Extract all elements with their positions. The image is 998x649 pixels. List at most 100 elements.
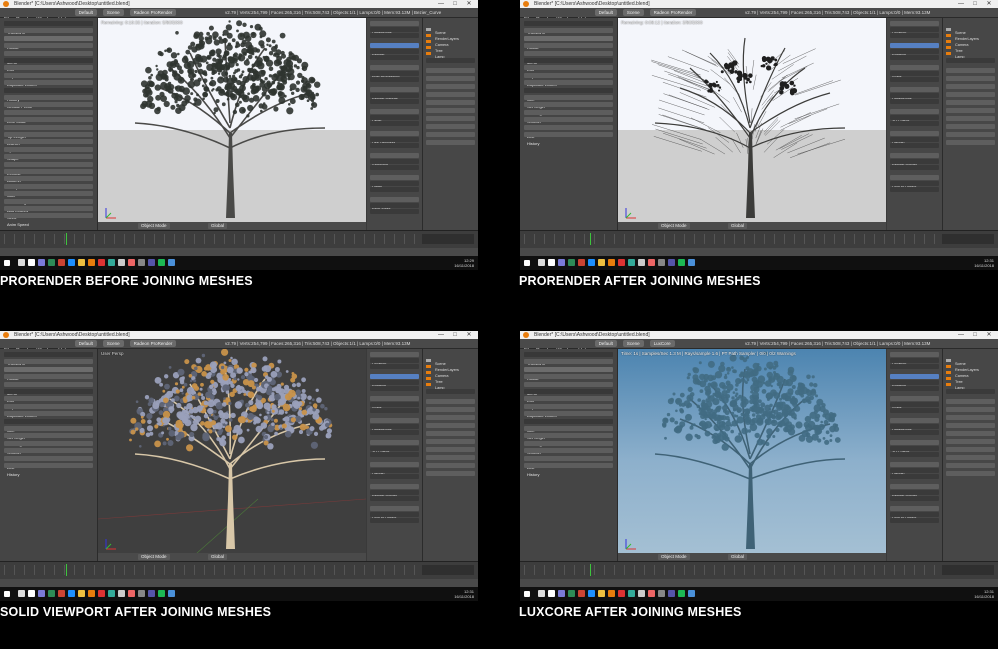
properties-subfield[interactable] [890, 121, 939, 126]
properties-tabs[interactable] [426, 389, 475, 394]
tool-shelf-item[interactable]: Ratio [4, 102, 93, 116]
properties-field[interactable]: Sampling [370, 153, 419, 167]
taskbar-app-icon[interactable] [648, 259, 655, 266]
outliner-item[interactable]: Lamp [426, 45, 475, 59]
taskbar-app-icon[interactable] [558, 590, 565, 597]
properties-field[interactable]: Dimensions [890, 87, 939, 101]
tool-shelf-item[interactable]: Smooth [524, 109, 613, 124]
tool-shelf-item[interactable]: Collapse [4, 176, 93, 190]
taskbar-app-icon[interactable] [18, 590, 25, 597]
tool-shelf-item[interactable]: Join [524, 418, 613, 433]
tool-shelf-item[interactable]: Translate [4, 28, 93, 42]
pivot-dropdown[interactable]: Global [728, 223, 748, 229]
properties-field[interactable]: Display [890, 462, 939, 476]
taskbar-app-icon[interactable] [568, 590, 575, 597]
minimize-button[interactable]: — [434, 0, 448, 8]
taskbar-app-icon[interactable] [58, 590, 65, 597]
properties-field[interactable]: Render Passes [370, 87, 419, 101]
tool-shelf-item[interactable]: Rotate [524, 35, 613, 50]
properties-subfield[interactable] [370, 115, 419, 120]
pivot-dropdown[interactable]: Global [208, 554, 228, 560]
properties-setting[interactable] [426, 463, 475, 468]
tool-shelf-item[interactable]: Leaf Scale [4, 109, 93, 124]
properties-setting[interactable] [946, 100, 995, 105]
properties-field[interactable]: Pack Mask [370, 197, 419, 211]
tool-shelf-item[interactable]: Duplicate [4, 65, 93, 79]
taskbar-app-icon[interactable] [638, 590, 645, 597]
properties-subfield[interactable] [890, 446, 939, 451]
properties-field[interactable]: Render [370, 43, 419, 57]
taskbar-app-icon[interactable] [618, 590, 625, 597]
outliner-item[interactable]: Camera [946, 364, 995, 378]
outliner-item[interactable]: Lamp [946, 376, 995, 390]
pivot-dropdown[interactable]: Global [728, 554, 748, 560]
properties-subfield[interactable] [370, 358, 419, 363]
taskbar-app-icon[interactable] [88, 259, 95, 266]
close-button[interactable]: ✕ [982, 0, 996, 8]
taskbar-app-icon[interactable] [138, 259, 145, 266]
properties-subfield[interactable] [370, 55, 419, 60]
taskbar-app-icon[interactable] [548, 259, 555, 266]
properties-subfield[interactable] [370, 27, 419, 32]
tool-shelf-item[interactable]: Set Origin [524, 95, 613, 109]
properties-field[interactable]: Render Border [890, 484, 939, 498]
maximize-button[interactable]: □ [968, 331, 982, 339]
taskbar-app-icon[interactable] [78, 259, 85, 266]
close-button[interactable]: ✕ [462, 0, 476, 8]
tool-shelf-item[interactable]: Set Origin [4, 426, 93, 440]
taskbar-app-icon[interactable] [638, 259, 645, 266]
taskbar-app-icon[interactable] [118, 590, 125, 597]
properties-field[interactable]: 3D Cursor [370, 440, 419, 454]
taskbar-app-icon[interactable] [118, 259, 125, 266]
tool-shelf-item[interactable]: Add Leaves [4, 198, 93, 213]
properties-setting[interactable] [946, 76, 995, 81]
taskbar-app-icon[interactable] [98, 590, 105, 597]
tool-shelf-item[interactable]: Duplicate Linked [524, 72, 613, 87]
outliner-item[interactable]: Tree [946, 39, 995, 53]
properties-subfield[interactable] [890, 474, 939, 479]
timeline-playhead[interactable] [590, 564, 591, 576]
tool-shelf-item[interactable]: Edit [4, 58, 93, 72]
properties-subfield[interactable] [370, 518, 419, 523]
taskbar-app-icon[interactable] [568, 259, 575, 266]
tool-shelf-item[interactable]: History [4, 463, 93, 477]
tool-shelf-item[interactable]: Branch [4, 132, 93, 146]
properties-setting[interactable] [426, 140, 475, 145]
tool-shelf-item[interactable]: Frame Scale [4, 117, 93, 131]
properties-setting[interactable] [946, 431, 995, 436]
scene-dropdown[interactable]: Scene [102, 9, 124, 16]
taskbar-app-icon[interactable] [608, 590, 615, 597]
tool-shelf-item[interactable]: Join [524, 87, 613, 102]
tool-shelf-item[interactable]: Edit [4, 389, 93, 403]
tool-shelf-item[interactable]: History [4, 87, 93, 102]
taskbar-app-icon[interactable] [38, 259, 45, 266]
taskbar-app-icon[interactable] [688, 259, 695, 266]
taskbar-app-icon[interactable] [598, 259, 605, 266]
properties-subfield[interactable] [370, 203, 419, 208]
properties-setting[interactable] [426, 431, 475, 436]
tool-shelf-item[interactable]: Duplicate [524, 396, 613, 410]
outliner-item[interactable]: Scene [946, 352, 995, 366]
outliner-item[interactable]: Scene [946, 21, 995, 35]
properties-subfield[interactable] [890, 71, 939, 76]
outliner-item[interactable]: Tree [426, 39, 475, 53]
properties-setting[interactable] [946, 92, 995, 97]
properties-tabs[interactable] [946, 58, 995, 63]
taskbar-app-icon[interactable] [618, 259, 625, 266]
tool-shelf-item[interactable]: Rotate [4, 35, 93, 50]
properties-subfield[interactable] [370, 408, 419, 413]
tool-shelf-item[interactable]: Smooth [4, 440, 93, 455]
properties-field[interactable]: 3D Cursor [890, 109, 939, 123]
taskbar-app-icon[interactable] [28, 590, 35, 597]
tool-shelf-item[interactable]: Leaves [4, 154, 93, 168]
properties-subfield[interactable] [890, 93, 939, 98]
tool-shelf-item[interactable]: Grease Pencil [4, 95, 93, 109]
properties-setting[interactable] [426, 423, 475, 428]
taskbar-app-icon[interactable] [158, 590, 165, 597]
properties-setting[interactable] [426, 132, 475, 137]
taskbar-app-icon[interactable] [168, 590, 175, 597]
properties-subfield[interactable] [890, 143, 939, 148]
taskbar-app-icon[interactable] [128, 590, 135, 597]
taskbar-app-icon[interactable] [108, 590, 115, 597]
properties-subfield[interactable] [890, 165, 939, 170]
